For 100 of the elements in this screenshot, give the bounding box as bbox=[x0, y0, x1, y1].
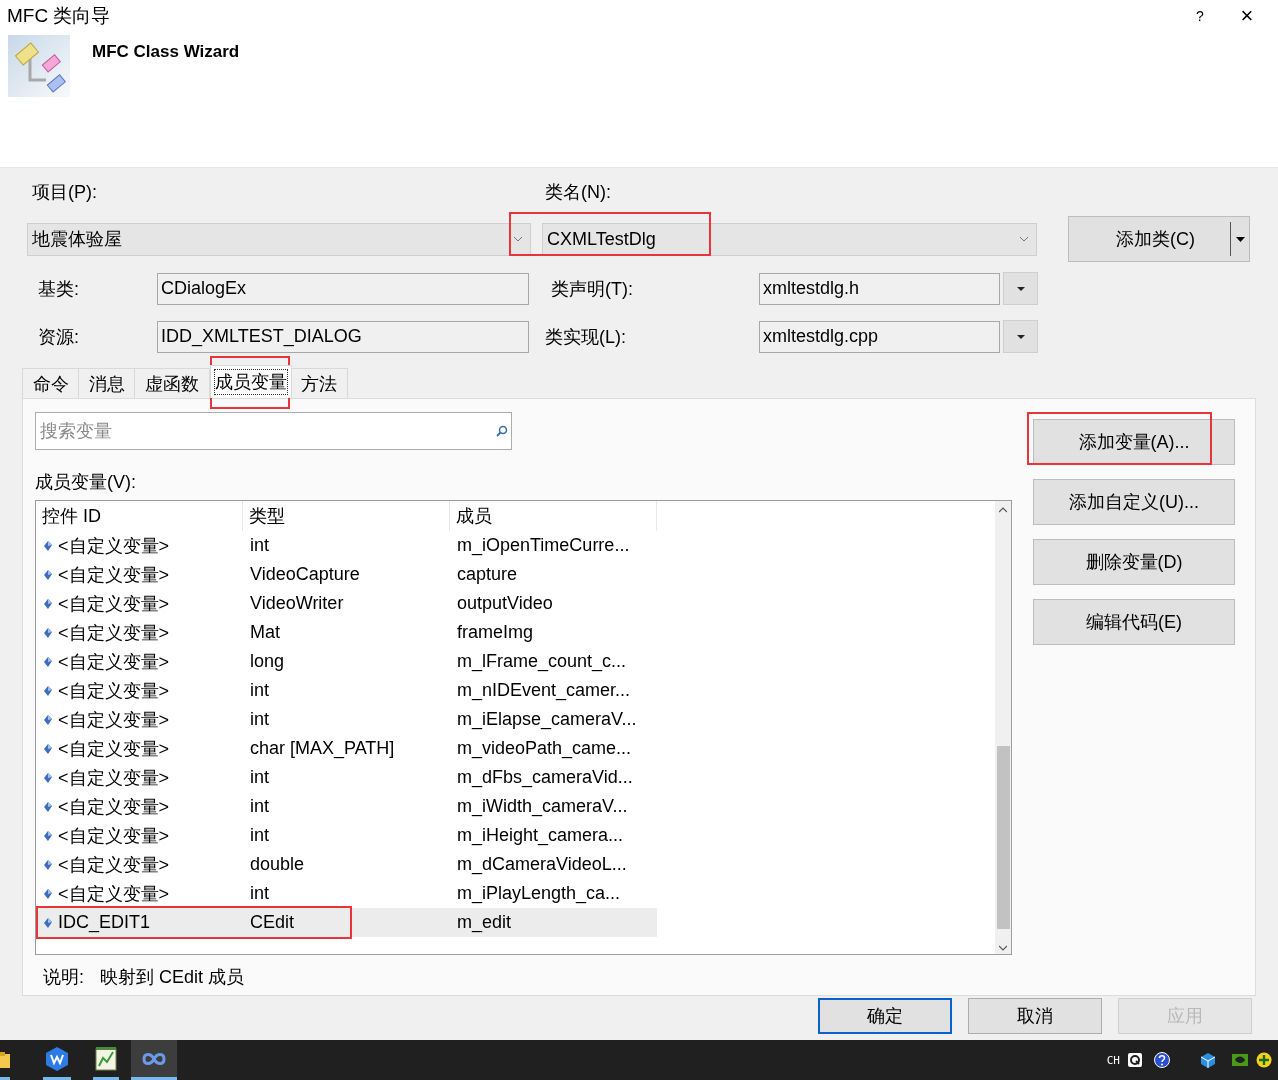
action-button[interactable]: 删除变量(D) bbox=[1033, 539, 1235, 585]
tab[interactable]: 消息 bbox=[78, 368, 136, 398]
list-row[interactable]: <自定义变量> int m_iWidth_cameraV... bbox=[36, 792, 657, 821]
list-row[interactable]: <自定义变量> int m_nIDEvent_camer... bbox=[36, 676, 657, 705]
table-cell-text: <自定义变量> bbox=[58, 737, 170, 761]
action-button[interactable]: 编辑代码(E) bbox=[1033, 599, 1235, 645]
help-icon[interactable] bbox=[1154, 1052, 1170, 1068]
add-class-button[interactable]: 添加类(C) bbox=[1068, 216, 1250, 262]
table-cell-text: <自定义变量> bbox=[58, 766, 170, 790]
variable-icon bbox=[44, 540, 52, 551]
column-header[interactable]: 类型 bbox=[243, 501, 450, 531]
text-field[interactable]: CDialogEx bbox=[157, 272, 529, 305]
table-cell-text: <自定义变量> bbox=[58, 795, 170, 819]
field-label: 类名(N): bbox=[545, 181, 611, 204]
table-cell-text: m_nIDEvent_camer... bbox=[456, 679, 632, 703]
table-cell-text: <自定义变量> bbox=[58, 882, 170, 906]
tab[interactable]: 虚函数 bbox=[134, 368, 210, 398]
table-cell-text: <自定义变量> bbox=[58, 679, 170, 703]
description-text: 映射到 CEdit 成员 bbox=[100, 966, 245, 989]
help-button[interactable]: ? bbox=[1190, 8, 1210, 24]
table-cell-text: m_iHeight_camera... bbox=[456, 824, 625, 848]
text-field[interactable]: xmltestdlg.h bbox=[759, 272, 1000, 305]
table-cell-text: m_dFbs_cameraVid... bbox=[456, 766, 634, 790]
language-indicator[interactable]: CH bbox=[1106, 1053, 1120, 1067]
table-cell-text: m_edit bbox=[456, 911, 513, 935]
table-cell-text: VideoCapture bbox=[249, 563, 361, 586]
search-field[interactable]: 搜索变量 bbox=[35, 412, 512, 450]
table-cell-text: int bbox=[249, 795, 270, 818]
table-cell-text: char [MAX_PATH] bbox=[249, 737, 396, 761]
column-header[interactable]: 成员 bbox=[450, 501, 657, 531]
field-label: 类实现(L): bbox=[545, 325, 627, 349]
table-cell-text: long bbox=[249, 650, 286, 673]
dropdown-value: CXMLTestDlg bbox=[546, 228, 657, 250]
table-cell-text: int bbox=[249, 824, 270, 847]
class-dropdown[interactable]: CXMLTestDlg bbox=[542, 222, 1037, 256]
table-cell-text: <自定义变量> bbox=[58, 824, 170, 848]
caret-down-icon bbox=[1236, 236, 1245, 242]
table-cell-text: CEdit bbox=[249, 911, 295, 934]
tab[interactable]: 命令 bbox=[22, 368, 80, 398]
variable-icon bbox=[44, 859, 52, 870]
caret-down-icon bbox=[1016, 286, 1025, 291]
caret-down-icon bbox=[1016, 334, 1025, 339]
tab[interactable]: 方法 bbox=[290, 368, 348, 398]
office-icon bbox=[44, 1045, 70, 1072]
variable-icon bbox=[44, 656, 52, 667]
chevron-down-icon bbox=[512, 234, 524, 244]
table-cell-text: double bbox=[249, 853, 306, 876]
close-button[interactable]: × bbox=[1234, 3, 1260, 29]
list-row[interactable]: <自定义变量> int m_iPlayLength_ca... bbox=[36, 879, 657, 908]
table-cell-text: int bbox=[249, 766, 270, 789]
table-cell-text: <自定义变量> bbox=[58, 534, 170, 558]
table-cell-text: VideoWriter bbox=[249, 592, 345, 615]
action-button[interactable]: 添加变量(A)... bbox=[1033, 419, 1235, 465]
list-row[interactable]: <自定义变量> long m_lFrame_count_c... bbox=[36, 647, 657, 676]
dropdown-value: 地震体验屋 bbox=[31, 228, 123, 251]
scroll-up-icon[interactable] bbox=[999, 507, 1007, 513]
table-cell-text: int bbox=[249, 882, 270, 905]
dialog-button[interactable]: 取消 bbox=[968, 998, 1102, 1034]
variable-icon bbox=[44, 685, 52, 696]
variable-icon bbox=[44, 627, 52, 638]
chevron-down-icon bbox=[1018, 234, 1030, 244]
plus-circle-icon[interactable] bbox=[1256, 1052, 1272, 1068]
table-cell-text: <自定义变量> bbox=[58, 708, 170, 732]
list-label: 成员变量(V): bbox=[35, 471, 137, 494]
column-header[interactable]: 控件 ID bbox=[36, 501, 243, 531]
table-cell-text: frameImg bbox=[456, 621, 535, 644]
variable-icon bbox=[44, 772, 52, 783]
table-cell-text: <自定义变量> bbox=[58, 853, 170, 877]
search-app-icon[interactable] bbox=[1128, 1053, 1142, 1067]
project-dropdown[interactable]: 地震体验屋 bbox=[27, 222, 531, 256]
table-cell-text: int bbox=[249, 708, 270, 731]
list-row[interactable]: IDC_EDIT1 CEdit m_edit bbox=[36, 908, 657, 937]
table-cell: IDC_EDIT1 bbox=[58, 912, 151, 933]
scroll-down-icon[interactable] bbox=[999, 945, 1007, 951]
scrollbar[interactable] bbox=[995, 501, 1011, 954]
action-button[interactable]: 添加自定义(U)... bbox=[1033, 479, 1235, 525]
field-label: 类声明(T): bbox=[551, 277, 634, 301]
text-field[interactable]: xmltestdlg.cpp bbox=[759, 320, 1000, 353]
eye-icon[interactable] bbox=[1232, 1052, 1248, 1068]
table-cell-text: Mat bbox=[249, 621, 281, 644]
list-row[interactable]: <自定义变量> int m_iOpenTimeCurre... bbox=[36, 531, 657, 560]
table-cell-text: m_iPlayLength_ca... bbox=[456, 882, 622, 906]
list-row[interactable]: <自定义变量> int m_iHeight_camera... bbox=[36, 821, 657, 850]
table-cell-text: <自定义变量> bbox=[58, 563, 170, 587]
list-row[interactable]: <自定义变量> VideoWriter outputVideo bbox=[36, 589, 657, 618]
table-cell-text: m_iWidth_cameraV... bbox=[456, 795, 629, 819]
list-row[interactable]: <自定义变量> char [MAX_PATH] m_videoPath_came... bbox=[36, 734, 657, 763]
list-row[interactable]: <自定义变量> int m_dFbs_cameraVid... bbox=[36, 763, 657, 792]
variable-icon bbox=[44, 714, 52, 725]
list-row[interactable]: <自定义变量> VideoCapture capture bbox=[36, 560, 657, 589]
table-cell-text: <自定义变量> bbox=[58, 650, 170, 674]
tab[interactable]: 成员变量 bbox=[210, 365, 292, 398]
dialog-button[interactable]: 确定 bbox=[818, 998, 952, 1034]
list-row[interactable]: <自定义变量> Mat frameImg bbox=[36, 618, 657, 647]
variable-icon bbox=[44, 569, 52, 580]
list-row[interactable]: <自定义变量> int m_iElapse_cameraV... bbox=[36, 705, 657, 734]
table-cell-text: <自定义变量> bbox=[58, 621, 170, 645]
list-row[interactable]: <自定义变量> double m_dCameraVideoL... bbox=[36, 850, 657, 879]
cube-icon[interactable] bbox=[1200, 1051, 1216, 1069]
text-field[interactable]: IDD_XMLTEST_DIALOG bbox=[157, 320, 529, 353]
